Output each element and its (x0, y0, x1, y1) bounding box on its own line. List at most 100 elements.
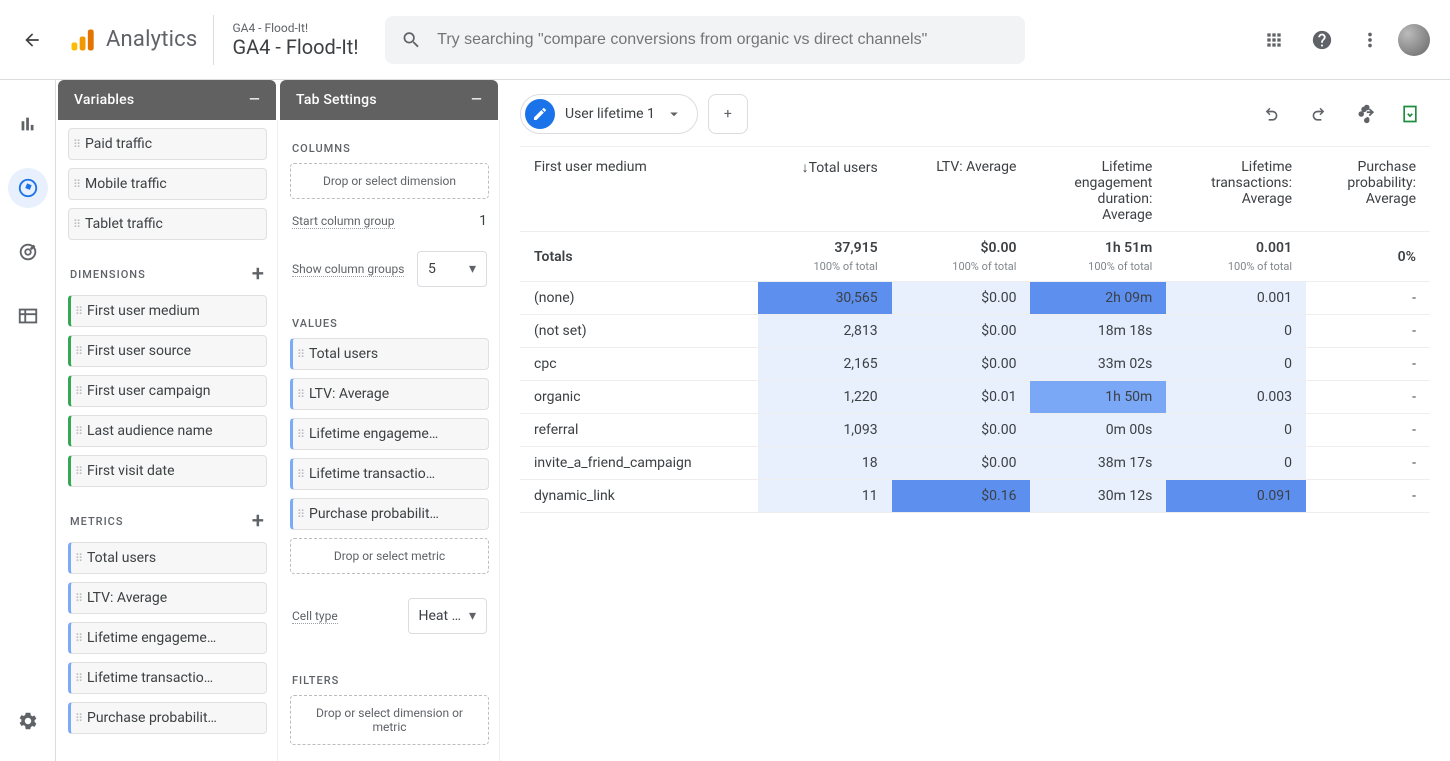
product-name: Analytics (106, 27, 197, 52)
nav-explore[interactable] (8, 168, 48, 208)
metric-chip[interactable]: ⠿LTV: Average (68, 582, 267, 614)
table-header[interactable]: Lifetimetransactions:Average (1166, 147, 1306, 232)
segment-chip[interactable]: ⠿Mobile traffic (68, 168, 267, 200)
more-options-button[interactable] (1350, 20, 1390, 60)
value-chip[interactable]: ⠿Lifetime transactio… (290, 458, 489, 490)
values-dropzone[interactable]: Drop or select metric (290, 538, 489, 574)
nav-reports[interactable] (8, 104, 48, 144)
metric-chip[interactable]: ⠿Lifetime engageme… (68, 622, 267, 654)
apps-button[interactable] (1254, 20, 1294, 60)
chip-label: Mobile traffic (85, 176, 167, 192)
undo-icon (1262, 104, 1282, 124)
add-dimension-button[interactable]: + (252, 262, 265, 287)
show-columns-select[interactable]: 5▾ (417, 251, 487, 287)
export-button[interactable] (1390, 94, 1430, 134)
dimension-chip[interactable]: ⠿First user medium (68, 295, 267, 327)
grip-icon: ⠿ (69, 138, 85, 151)
grip-icon: ⠿ (293, 468, 309, 481)
metric-chip[interactable]: ⠿Purchase probabilit… (68, 702, 267, 734)
more-vert-icon (1359, 29, 1381, 51)
grip-icon: ⠿ (293, 428, 309, 441)
nav-admin[interactable] (8, 701, 48, 741)
grip-icon: ⠿ (69, 178, 85, 191)
grip-icon: ⠿ (71, 672, 87, 685)
table-header[interactable]: Lifetimeengagementduration:Average (1030, 147, 1166, 232)
report-tab[interactable]: User lifetime 1 (520, 94, 698, 134)
chip-label: Purchase probabilit… (309, 506, 439, 522)
search-bar[interactable] (385, 16, 1025, 64)
segment-chip[interactable]: ⠿Paid traffic (68, 128, 267, 160)
breadcrumb[interactable]: GA4 - Flood-It! GA4 - Flood-It! (213, 15, 368, 65)
table-row[interactable]: cpc 2,165 $0.00 33m 02s 0 - (520, 348, 1430, 381)
dimension-chip[interactable]: ⠿First visit date (68, 455, 267, 487)
redo-button[interactable] (1298, 94, 1338, 134)
table-row[interactable]: dynamic_link 11 $0.16 30m 12s 0.091 - (520, 480, 1430, 513)
target-icon (17, 241, 39, 263)
table-header[interactable]: First user medium (520, 147, 758, 232)
metric-chip[interactable]: ⠿Total users (68, 542, 267, 574)
add-metric-button[interactable]: + (252, 509, 265, 534)
bar-chart-icon (17, 113, 39, 135)
table-header[interactable]: ↓Total users (758, 147, 892, 232)
grip-icon: ⠿ (293, 388, 309, 401)
grip-icon: ⠿ (293, 508, 309, 521)
grip-icon: ⠿ (71, 552, 87, 565)
report-tab-label: User lifetime 1 (565, 106, 655, 122)
table-row[interactable]: (none) 30,565 $0.00 2h 09m 0.001 - (520, 282, 1430, 315)
undo-button[interactable] (1252, 94, 1292, 134)
value-chip[interactable]: ⠿Purchase probabilit… (290, 498, 489, 530)
table-header[interactable]: Purchaseprobability:Average (1306, 147, 1430, 232)
filters-section-label: FILTERS (292, 674, 339, 687)
table-row[interactable]: referral 1,093 $0.00 0m 00s 0 - (520, 414, 1430, 447)
chip-label: Total users (309, 346, 378, 362)
segment-chip[interactable]: ⠿Tablet traffic (68, 208, 267, 240)
analytics-logo[interactable]: Analytics (60, 26, 205, 54)
dimension-chip[interactable]: ⠿First user campaign (68, 375, 267, 407)
tabsettings-minimize-button[interactable]: — (471, 92, 482, 108)
metrics-section-label: METRICS (70, 515, 124, 528)
download-icon (1400, 104, 1420, 124)
cell-type-label: Cell type (292, 609, 338, 624)
table-totals-row: Totals 37,915100% of total $0.00100% of … (520, 232, 1430, 282)
tabsettings-panel-header: Tab Settings — (280, 80, 498, 120)
value-chip[interactable]: ⠿Total users (290, 338, 489, 370)
apps-grid-icon (1264, 30, 1284, 50)
arrow-left-icon (22, 30, 42, 50)
cell-type-select[interactable]: Heat …▾ (408, 598, 487, 634)
add-tab-button[interactable]: + (708, 94, 748, 134)
chip-label: First user source (87, 343, 191, 359)
share-button[interactable] (1344, 94, 1384, 134)
grip-icon: ⠿ (293, 348, 309, 361)
search-input[interactable] (437, 31, 1008, 49)
chip-label: First user campaign (87, 383, 210, 399)
avatar[interactable] (1398, 24, 1430, 56)
grip-icon: ⠿ (71, 592, 87, 605)
report-table: First user medium↓Total usersLTV: Averag… (520, 147, 1430, 513)
chip-label: Total users (87, 550, 156, 566)
variables-minimize-button[interactable]: — (249, 92, 260, 108)
table-row[interactable]: (not set) 2,813 $0.00 18m 18s 0 - (520, 315, 1430, 348)
chip-label: Lifetime engageme… (309, 426, 438, 442)
help-button[interactable] (1302, 20, 1342, 60)
grip-icon: ⠿ (71, 465, 87, 478)
columns-dropzone[interactable]: Drop or select dimension (290, 163, 489, 199)
filters-dropzone[interactable]: Drop or select dimension or metric (290, 695, 489, 745)
dimensions-section-label: DIMENSIONS (70, 268, 146, 281)
value-chip[interactable]: ⠿Lifetime engageme… (290, 418, 489, 450)
dimension-chip[interactable]: ⠿First user source (68, 335, 267, 367)
nav-advertising[interactable] (8, 232, 48, 272)
table-row[interactable]: invite_a_friend_campaign 18 $0.00 38m 17… (520, 447, 1430, 480)
start-column-value[interactable]: 1 (479, 213, 487, 229)
metric-chip[interactable]: ⠿Lifetime transactio… (68, 662, 267, 694)
table-row[interactable]: organic 1,220 $0.01 1h 50m 0.003 - (520, 381, 1430, 414)
values-section-label: VALUES (292, 317, 338, 330)
analytics-logo-icon (68, 26, 96, 54)
value-chip[interactable]: ⠿LTV: Average (290, 378, 489, 410)
edit-tab-button[interactable] (525, 99, 555, 129)
nav-configure[interactable] (8, 296, 48, 336)
table-header[interactable]: LTV: Average (892, 147, 1031, 232)
dimension-chip[interactable]: ⠿Last audience name (68, 415, 267, 447)
share-icon (1353, 103, 1375, 125)
report-area: User lifetime 1 + First user medium↓Tota… (500, 80, 1450, 761)
back-button[interactable] (12, 20, 52, 60)
